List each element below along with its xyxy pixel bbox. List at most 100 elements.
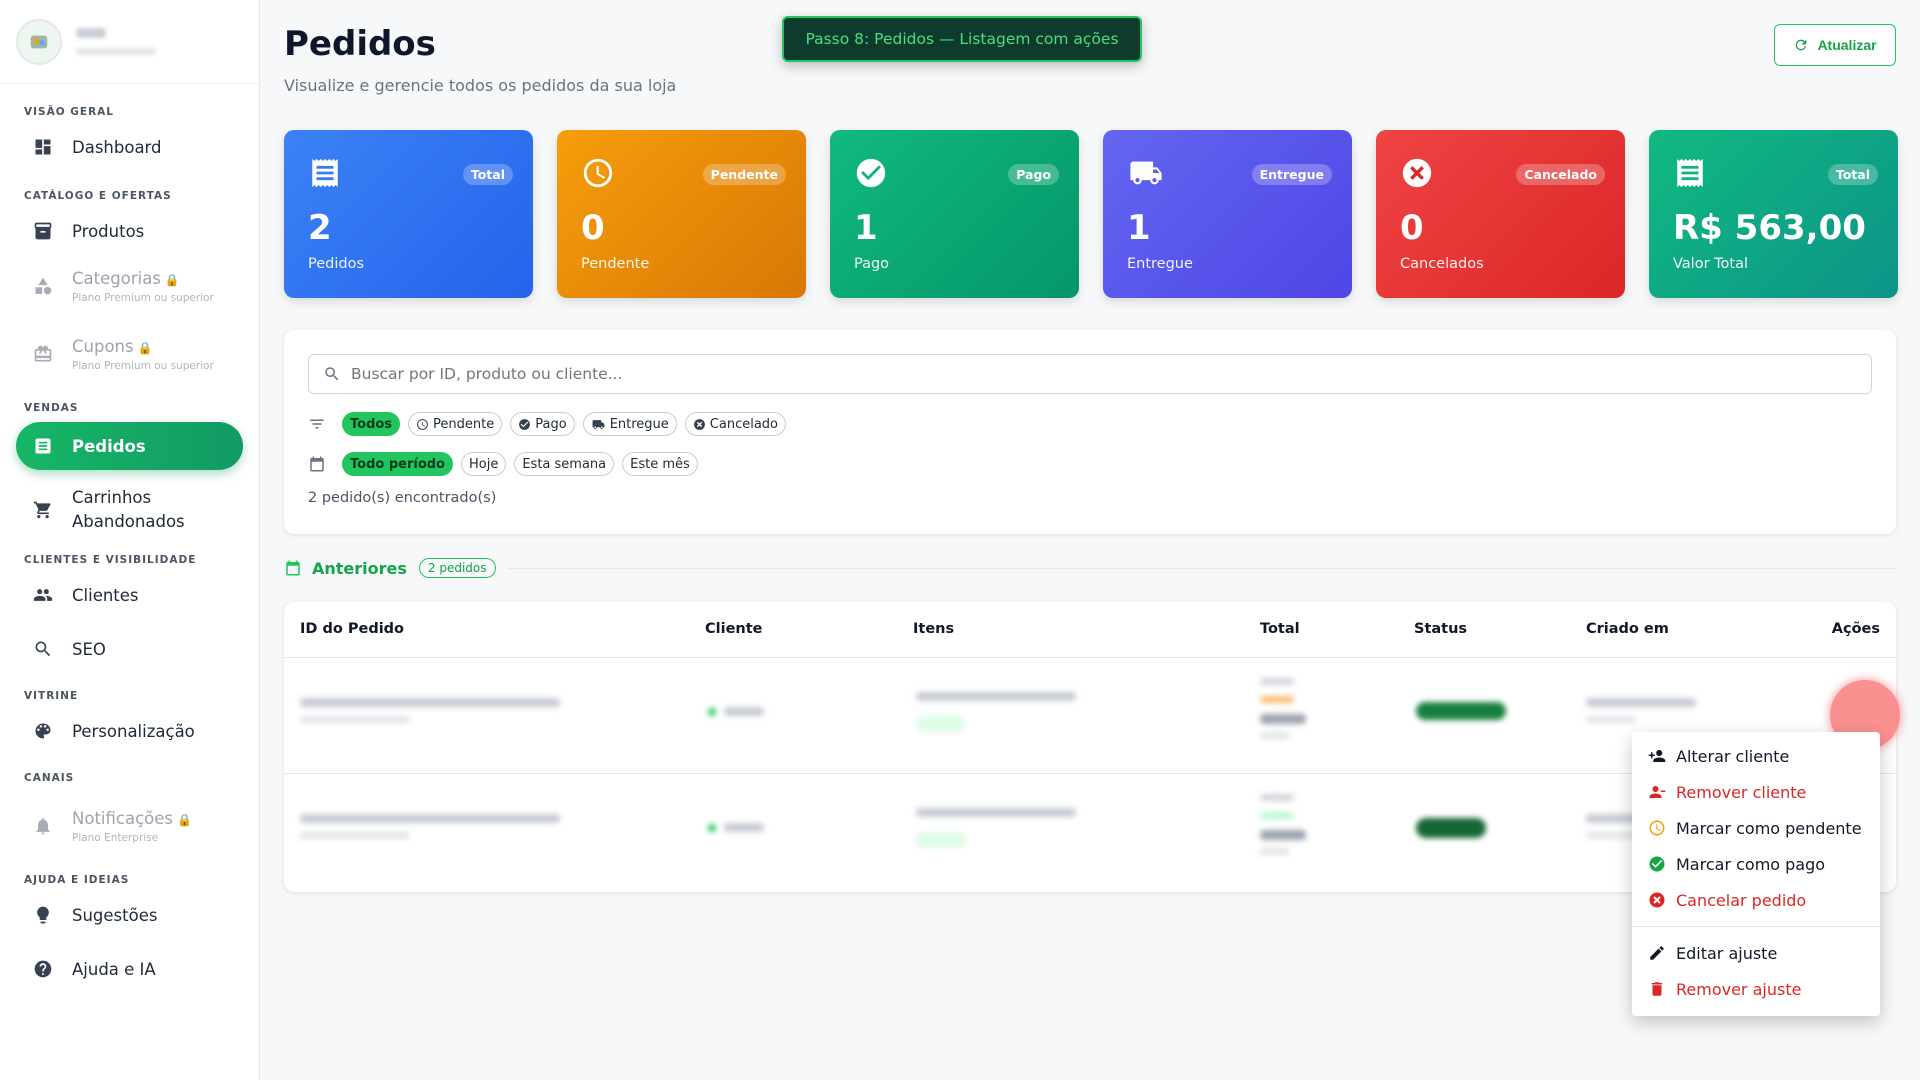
- sidebar-item-label: Dashboard: [72, 137, 162, 157]
- order-actions-menu: Alterar cliente Remover cliente Marcar c…: [1632, 732, 1880, 1016]
- filters-panel: Todos Pendente Pago Entregue Cancelado T…: [284, 330, 1896, 534]
- stat-card-total-value[interactable]: Total R$ 563,00 Valor Total: [1649, 130, 1898, 298]
- stat-card-paid[interactable]: Pago 1 Pago: [830, 130, 1079, 298]
- chip-period-all[interactable]: Todo período: [342, 452, 453, 476]
- sidebar-item-dashboard[interactable]: Dashboard: [0, 126, 259, 168]
- store-avatar: [16, 18, 62, 65]
- cancel-circle-icon: [1649, 892, 1665, 908]
- shopping-cart-icon: [32, 499, 54, 521]
- chip-period-week[interactable]: Esta semana: [514, 452, 615, 476]
- stat-card-delivered[interactable]: Entregue 1 Entregue: [1103, 130, 1352, 298]
- cancel-circle-icon: [1400, 156, 1434, 194]
- category-shapes-icon: [32, 275, 54, 297]
- col-header-items[interactable]: Itens: [913, 621, 954, 637]
- stat-badge: Total: [1827, 164, 1878, 185]
- period-filter-row: Todo período Hoje Esta semana Este mês: [308, 452, 698, 476]
- orders-group-header: Anteriores 2 pedidos: [284, 558, 1896, 578]
- sidebar-item-sugestoes[interactable]: Sugestões: [0, 894, 259, 936]
- stat-caption: Pendente: [581, 256, 650, 272]
- col-header-id[interactable]: ID do Pedido: [300, 621, 404, 637]
- refresh-button[interactable]: Atualizar: [1774, 24, 1896, 66]
- stat-caption: Pago: [854, 256, 890, 272]
- search-icon: [32, 638, 54, 660]
- sidebar-item-categorias[interactable]: Categorias 🔒 Plano Premium ou superior: [0, 252, 259, 320]
- help-circle-icon: [32, 958, 54, 980]
- receipt-list-icon: [32, 435, 54, 457]
- sidebar: Visão geral Dashboard Catálogo e ofertas…: [0, 0, 260, 1080]
- stat-caption: Cancelados: [1400, 256, 1484, 272]
- plan-requirement: Plano Premium ou superior: [72, 359, 214, 372]
- status-filter-row: Todos Pendente Pago Entregue Cancelado: [308, 412, 787, 436]
- chip-status-pago[interactable]: Pago: [510, 412, 575, 436]
- sidebar-item-personalizacao[interactable]: Personalização: [0, 710, 259, 752]
- stat-card-total-orders[interactable]: Total 2 Pedidos: [284, 130, 533, 298]
- sidebar-item-carrinhos[interactable]: Carrinhos Abandonados: [0, 478, 259, 542]
- stat-value: 2: [308, 208, 332, 248]
- trash-icon: [1651, 982, 1663, 996]
- section-label-sales: Vendas: [24, 402, 79, 414]
- clock-icon: [1649, 820, 1665, 836]
- menu-divider: [1632, 926, 1880, 927]
- sidebar-item-label: Notificações: [72, 808, 173, 828]
- sidebar-item-produtos[interactable]: Produtos: [0, 210, 259, 252]
- chip-status-pendente[interactable]: Pendente: [408, 412, 503, 436]
- store-name-blurred: [76, 28, 156, 55]
- menu-item-change-client[interactable]: Alterar cliente: [1632, 738, 1880, 774]
- lock-icon: 🔒: [164, 272, 180, 287]
- stat-value: 1: [1127, 208, 1151, 248]
- sidebar-item-label: Ajuda e IA: [72, 959, 156, 979]
- chip-label: Cancelado: [709, 416, 779, 432]
- menu-item-edit-adjustment[interactable]: Editar ajuste: [1632, 935, 1880, 971]
- tutorial-step-banner: Passo 8: Pedidos — Listagem com ações: [782, 16, 1142, 62]
- search-input[interactable]: [351, 365, 1751, 383]
- store-brand[interactable]: [0, 0, 259, 84]
- menu-item-label: Remover ajuste: [1676, 979, 1802, 999]
- sidebar-item-ajuda[interactable]: Ajuda e IA: [0, 948, 259, 990]
- archive-box-icon: [32, 220, 54, 242]
- chip-status-cancelado[interactable]: Cancelado: [684, 412, 787, 436]
- chip-label: Pendente: [433, 416, 495, 432]
- sidebar-item-cupons[interactable]: Cupons 🔒 Plano Premium ou superior: [0, 320, 259, 388]
- chip-period-month[interactable]: Este mês: [622, 452, 698, 476]
- menu-item-remove-client[interactable]: Remover cliente: [1632, 774, 1880, 810]
- menu-item-label: Alterar cliente: [1676, 746, 1790, 766]
- menu-item-mark-pending[interactable]: Marcar como pendente: [1632, 810, 1880, 846]
- stat-card-cancelled[interactable]: Cancelado 0 Cancelados: [1376, 130, 1625, 298]
- section-label-catalog: Catálogo e ofertas: [24, 190, 172, 202]
- menu-item-mark-paid[interactable]: Marcar como pago: [1632, 846, 1880, 882]
- col-header-total[interactable]: Total: [1260, 621, 1300, 637]
- stat-card-pending[interactable]: Pendente 0 Pendente: [557, 130, 806, 298]
- truck-icon: [1127, 156, 1165, 194]
- lightbulb-icon: [32, 904, 54, 926]
- people-icon: [32, 584, 54, 606]
- menu-item-label: Remover cliente: [1676, 782, 1807, 802]
- sidebar-item-seo[interactable]: SEO: [0, 628, 259, 670]
- stat-badge: Cancelado: [1516, 164, 1605, 185]
- sidebar-item-label: Sugestões: [72, 905, 158, 925]
- sidebar-item-clientes[interactable]: Clientes: [0, 574, 259, 616]
- chip-status-todos[interactable]: Todos: [342, 412, 401, 436]
- col-header-created[interactable]: Criado em: [1586, 621, 1669, 637]
- col-header-status[interactable]: Status: [1414, 621, 1467, 637]
- menu-item-label: Marcar como pendente: [1676, 818, 1862, 838]
- lock-icon: 🔒: [176, 812, 192, 827]
- sidebar-item-pedidos[interactable]: Pedidos: [16, 422, 243, 470]
- sidebar-item-notificacoes[interactable]: Notificações 🔒 Plano Enterprise: [0, 792, 259, 860]
- stat-value: 0: [581, 208, 605, 248]
- check-circle-icon: [1649, 856, 1665, 872]
- chip-period-today[interactable]: Hoje: [461, 452, 507, 476]
- section-label-clients: Clientes e visibilidade: [24, 554, 197, 566]
- col-header-client[interactable]: Cliente: [705, 621, 763, 637]
- sidebar-item-label: Clientes: [72, 585, 139, 605]
- sidebar-item-label: Cupons: [72, 336, 134, 356]
- search-box[interactable]: [308, 354, 1872, 394]
- menu-item-remove-adjustment[interactable]: Remover ajuste: [1632, 971, 1880, 1007]
- section-label-channels: Canais: [24, 772, 75, 784]
- chip-status-entregue[interactable]: Entregue: [582, 412, 677, 436]
- sidebar-item-label: Produtos: [72, 221, 145, 241]
- sidebar-item-label: Personalização: [72, 721, 195, 741]
- results-count: 2 pedido(s) encontrado(s): [308, 490, 497, 506]
- menu-item-cancel-order[interactable]: Cancelar pedido: [1632, 882, 1880, 918]
- filter-icon: [310, 419, 324, 429]
- refresh-icon: [1796, 39, 1807, 51]
